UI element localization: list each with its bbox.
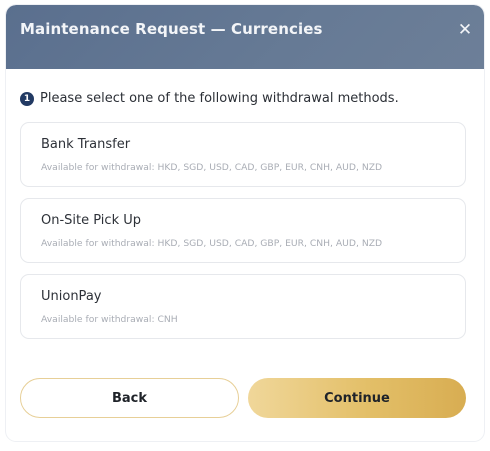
dialog-header: Maintenance Request — Currencies ✕ — [6, 5, 484, 69]
option-bank-transfer[interactable]: Bank Transfer Available for withdrawal: … — [20, 122, 466, 187]
close-icon[interactable]: ✕ — [454, 19, 476, 41]
option-name: UnionPay — [41, 289, 102, 304]
option-availability: Available for withdrawal: HKD, SGD, USD,… — [41, 238, 383, 249]
instruction: 1 Please select one of the following wit… — [20, 91, 399, 106]
dialog-title: Maintenance Request — Currencies — [20, 20, 323, 38]
option-unionpay[interactable]: UnionPay Available for withdrawal: CNH — [20, 274, 466, 339]
option-name: Bank Transfer — [41, 137, 131, 152]
option-on-site-pick-up[interactable]: On-Site Pick Up Available for withdrawal… — [20, 198, 466, 263]
instruction-text: Please select one of the following withd… — [40, 91, 399, 106]
withdrawal-method-dialog: Maintenance Request — Currencies ✕ 1 Ple… — [6, 5, 484, 441]
step-number-badge: 1 — [20, 91, 34, 106]
option-availability: Available for withdrawal: CNH — [41, 314, 178, 325]
back-button[interactable]: Back — [20, 378, 239, 418]
option-name: On-Site Pick Up — [41, 213, 141, 228]
option-availability: Available for withdrawal: HKD, SGD, USD,… — [41, 162, 383, 173]
continue-button[interactable]: Continue — [248, 378, 466, 418]
